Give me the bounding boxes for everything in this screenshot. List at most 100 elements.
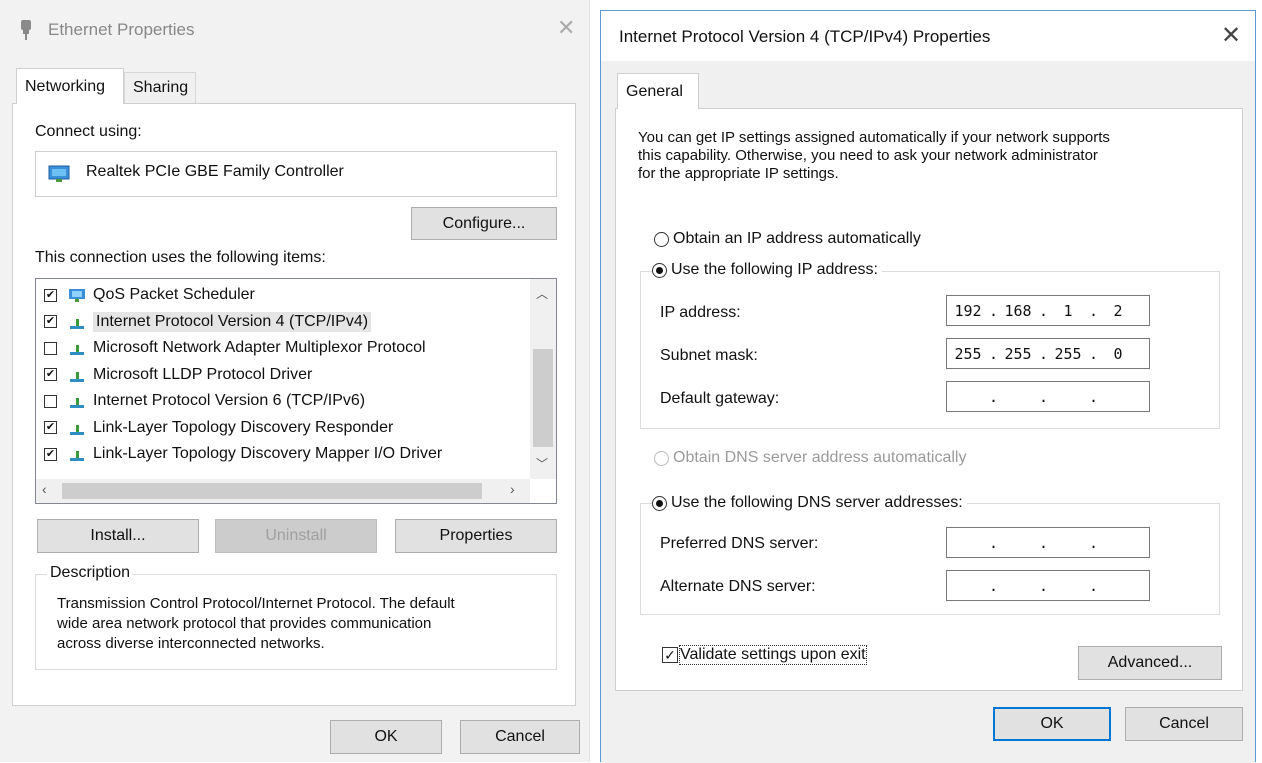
intro-text: You can get IP settings assigned automat…	[638, 129, 1110, 183]
list-item-label: Microsoft Network Adapter Multiplexor Pr…	[93, 339, 426, 356]
ip-dot: .	[1089, 387, 1099, 406]
item-checkbox[interactable]: ✔	[44, 421, 57, 434]
tab-general[interactable]: General	[617, 73, 699, 109]
alternate-dns-field[interactable]: . . .	[946, 570, 1150, 601]
qos-icon	[67, 289, 87, 302]
tab-networking[interactable]: Networking	[16, 68, 124, 104]
vertical-scrollbar[interactable]: ︿ ﹀	[530, 279, 556, 479]
list-item[interactable]: ✔ QoS Packet Scheduler	[44, 282, 255, 308]
ok-button[interactable]: OK	[330, 720, 442, 754]
radio-button[interactable]	[654, 231, 669, 247]
item-checkbox[interactable]	[44, 341, 57, 355]
ip-dot: .	[989, 301, 999, 320]
list-item-label: QoS Packet Scheduler	[93, 286, 255, 303]
use-ip-radio[interactable]: Use the following IP address:	[652, 261, 882, 279]
ip-dot: .	[1039, 387, 1049, 406]
radio-button[interactable]	[652, 262, 667, 278]
list-item[interactable]: ✔ Microsoft LLDP Protocol Driver	[44, 362, 312, 388]
ip-dot: .	[1089, 533, 1099, 552]
ip-dot: .	[1039, 301, 1049, 320]
h-scrollbar-thumb[interactable]	[62, 483, 482, 499]
ethernet-properties-window: Ethernet Properties ✕ Networking Sharing…	[0, 0, 590, 762]
obtain-dns-radio[interactable]: Obtain DNS server address automatically	[654, 449, 966, 467]
ip-dot: .	[1039, 533, 1049, 552]
item-checkbox[interactable]: ✔	[44, 447, 57, 461]
ip-dot: .	[989, 344, 999, 363]
alternate-dns-label: Alternate DNS server:	[660, 578, 816, 595]
ip-octet: 168	[1004, 301, 1032, 320]
ipv4-properties-window: Internet Protocol Version 4 (TCP/IPv4) P…	[600, 10, 1256, 763]
radio-button[interactable]	[654, 450, 669, 466]
install-button[interactable]: Install...	[37, 519, 199, 553]
preferred-dns-field[interactable]: . . .	[946, 527, 1150, 558]
description-label: Description	[47, 564, 134, 582]
list-item-label: Internet Protocol Version 6 (TCP/IPv6)	[93, 392, 366, 409]
window-title: Internet Protocol Version 4 (TCP/IPv4) P…	[619, 27, 991, 46]
ethernet-window-icon	[20, 20, 32, 40]
list-item[interactable]: ✔ Link-Layer Topology Discovery Mapper I/…	[44, 441, 442, 467]
subnet-mask-field[interactable]: 255. 255. 255. 0	[946, 338, 1150, 369]
components-list[interactable]: ✔ QoS Packet Scheduler ✔ Internet Protocol …	[35, 278, 557, 504]
default-gateway-field[interactable]: . . .	[946, 381, 1150, 412]
ip-dot: .	[1039, 344, 1049, 363]
validate-checkbox-row[interactable]: ✓ Validate settings upon exit	[662, 645, 867, 665]
ip-octet: 1	[1063, 301, 1073, 320]
item-checkbox[interactable]: ✔	[44, 288, 57, 302]
default-gateway-label: Default gateway:	[660, 390, 780, 407]
obtain-ip-radio[interactable]: Obtain an IP address automatically	[654, 230, 921, 248]
ok-button[interactable]: OK	[993, 707, 1111, 741]
protocol-icon	[67, 448, 87, 461]
list-item[interactable]: Microsoft Network Adapter Multiplexor Pr…	[44, 335, 426, 361]
item-checkbox[interactable]: ✔	[44, 315, 57, 328]
list-item[interactable]: Internet Protocol Version 6 (TCP/IPv6)	[44, 388, 365, 414]
ip-address-field[interactable]: 192. 168. 1. 2	[946, 295, 1150, 326]
ip-octet: 0	[1113, 344, 1123, 363]
obtain-ip-label: Obtain an IP address automatically	[673, 230, 921, 247]
network-adapter-icon	[48, 164, 70, 184]
properties-button[interactable]: Properties	[395, 519, 557, 553]
scroll-right-icon[interactable]: ›	[510, 481, 515, 497]
close-icon[interactable]: ✕	[557, 17, 575, 39]
item-checkbox[interactable]	[44, 394, 57, 408]
cancel-button[interactable]: Cancel	[460, 720, 580, 754]
description-text: Transmission Control Protocol/Internet P…	[57, 594, 455, 654]
obtain-dns-label: Obtain DNS server address automatically	[673, 449, 967, 466]
list-item[interactable]: ✔ Link-Layer Topology Discovery Responder	[44, 415, 393, 441]
description-line: wide area network protocol that provides…	[57, 615, 432, 632]
ip-dot: .	[989, 533, 999, 552]
ip-octet: 255	[954, 344, 982, 363]
scroll-down-icon[interactable]: ﹀	[536, 455, 548, 472]
connect-using-label: Connect using:	[35, 123, 142, 140]
ip-dot: .	[989, 387, 999, 406]
close-icon[interactable]: ✕	[1221, 24, 1241, 48]
adapter-box: Realtek PCIe GBE Family Controller	[35, 151, 557, 197]
ip-octet: 2	[1113, 301, 1123, 320]
use-ip-label: Use the following IP address:	[671, 261, 878, 278]
description-line: across diverse interconnected networks.	[57, 635, 325, 652]
protocol-icon	[67, 422, 87, 435]
ip-octet: 255	[1004, 344, 1032, 363]
radio-button[interactable]	[652, 495, 667, 511]
list-item[interactable]: ✔ Internet Protocol Version 4 (TCP/IPv4)	[44, 309, 372, 335]
intro-line: for the appropriate IP settings.	[638, 165, 839, 182]
window-title: Ethernet Properties	[48, 20, 195, 39]
cancel-button[interactable]: Cancel	[1125, 707, 1243, 741]
scrollbar-thumb[interactable]	[533, 349, 553, 447]
advanced-button[interactable]: Advanced...	[1078, 646, 1222, 680]
use-dns-radio[interactable]: Use the following DNS server addresses:	[652, 494, 967, 512]
general-panel: You can get IP settings assigned automat…	[615, 108, 1243, 691]
ip-dot: .	[989, 576, 999, 595]
scroll-left-icon[interactable]: ‹	[42, 481, 47, 497]
tab-sharing[interactable]: Sharing	[124, 72, 196, 103]
configure-button[interactable]: Configure...	[411, 207, 557, 240]
validate-checkbox[interactable]: ✓	[662, 647, 678, 663]
ip-octet: 192	[954, 301, 982, 320]
uninstall-button[interactable]: Uninstall	[215, 519, 377, 553]
protocol-icon	[67, 369, 87, 382]
intro-line: You can get IP settings assigned automat…	[638, 129, 1110, 146]
items-label: This connection uses the following items…	[35, 249, 326, 266]
item-checkbox[interactable]: ✔	[44, 368, 57, 381]
list-item-label: Link-Layer Topology Discovery Responder	[93, 418, 394, 436]
horizontal-scrollbar[interactable]: ‹ ›	[36, 479, 530, 503]
scroll-up-icon[interactable]: ︿	[536, 285, 548, 302]
